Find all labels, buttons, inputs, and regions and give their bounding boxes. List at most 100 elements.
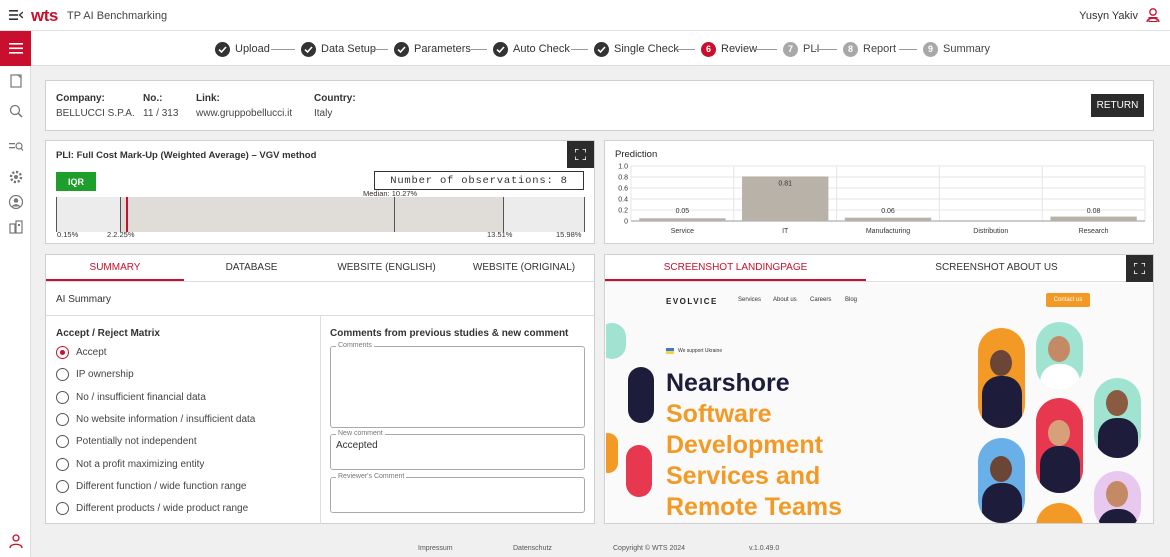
step-connector [471,49,487,50]
company-link[interactable]: www.gruppobellucci.it [196,108,292,119]
user-avatar-icon[interactable] [1145,7,1161,23]
q3-marker [503,197,504,232]
x-tick-label: Manufacturing [866,228,910,235]
number-label: No.: [143,93,163,104]
radio-option[interactable]: Potentially not independent [56,435,197,449]
menu-button[interactable] [0,31,31,66]
prediction-card: Prediction 0 0.2 0.4 0.6 0.8 1.0 0.05 Service 0.… [604,140,1154,244]
number-value: 11 / 313 [143,108,179,119]
team-photo [978,438,1025,523]
tab-summary[interactable]: SUMMARY [46,255,184,281]
radio-circle[interactable] [56,435,69,449]
impressum-link[interactable]: Impressum [418,545,453,552]
decor-shape [606,323,626,359]
q3-label: 13.51% [487,230,513,239]
observations-box: Number of observations: 8 [374,171,584,190]
radio-option[interactable]: No website information / insufficient da… [56,412,255,426]
link-label: Link: [196,93,220,104]
profile-icon[interactable] [8,533,24,549]
radio-option[interactable]: Not a profit maximizing entity [56,457,205,471]
step-single-check[interactable]: Single Check [594,41,679,57]
radio-circle[interactable] [56,412,69,426]
iqr-range-box [120,197,503,232]
radio-option[interactable]: No / insufficient financial data [56,390,206,404]
sidebar [0,31,31,557]
step-review[interactable]: 6 Review [701,41,757,57]
expand-icon [1134,263,1145,274]
team-photo [1036,503,1083,523]
company-label: Company: [56,93,105,104]
radio-option[interactable]: Accept [56,346,107,359]
y-tick-label: 0 [624,219,628,226]
step-upload[interactable]: Upload [215,41,270,57]
radio-circle[interactable] [56,346,69,359]
team-photo [1094,378,1141,458]
radio-circle[interactable] [56,502,69,516]
step-label: Summary [943,43,991,55]
brand-logo[interactable]: wts [31,6,58,26]
radio-circle[interactable] [56,457,69,471]
step-data-setup[interactable]: Data Setup [301,41,376,57]
buildings-icon[interactable] [8,219,24,235]
bar [639,218,726,221]
decor-shape [628,367,654,423]
screenshot-nav-blog: Blog [845,297,858,303]
document-icon[interactable] [8,73,24,89]
return-button[interactable]: RETURN [1091,94,1144,117]
radio-circle[interactable] [56,368,69,382]
radio-label: IP ownership [76,369,134,381]
radio-option[interactable]: IP ownership [56,368,134,382]
step-summary[interactable]: 9 Summary [923,41,990,57]
check-icon [215,41,230,57]
company-card: Company: BELLUCCI S.P.A. No.: 11 / 313 L… [45,80,1154,131]
search-analytics-icon[interactable] [8,103,24,119]
radio-option[interactable]: Different function / wide function range [56,479,246,493]
comments-title: Comments from previous studies & new com… [330,328,569,339]
new-comment-field[interactable]: New comment Accepted [330,430,585,470]
tab-website-english[interactable]: WEBSITE (ENGLISH) [319,255,454,281]
radio-option[interactable]: Different products / wide product range [56,502,248,516]
tab-screenshot-landingpage[interactable]: SCREENSHOT LANDINGPAGE [605,255,866,281]
progress-steps: Upload Data Setup Parameters Auto Check Sing… [31,31,1170,66]
list-search-icon[interactable] [8,139,24,155]
screenshot-headline-3: Development [666,431,823,459]
step-label: Upload [235,43,270,55]
step-parameters[interactable]: Parameters [394,41,471,57]
radio-label: Not a profit maximizing entity [76,458,205,470]
collapse-menu-icon[interactable] [9,9,23,21]
screenshot-nav-about: About us [773,297,797,303]
datenschutz-link[interactable]: Datenschutz [513,545,552,552]
ukraine-flag-icon [666,348,674,354]
comments-field[interactable]: Comments [330,342,585,428]
step-report[interactable]: 8 Report [843,41,896,57]
website-screenshot[interactable]: EVOLVICE Services About us Careers Blog … [606,283,1153,523]
screenshot-contact-button: Contact us [1046,293,1090,307]
account-icon[interactable] [8,194,24,210]
radio-circle[interactable] [56,390,69,404]
expand-pli-button[interactable] [567,141,594,168]
tab-screenshot-about-us[interactable]: SCREENSHOT ABOUT US [866,255,1127,281]
step-number: 7 [783,41,798,57]
step-connector [271,49,295,50]
iqr-badge[interactable]: IQR [56,172,96,191]
left-tabs: SUMMARY DATABASE WEBSITE (ENGLISH) WEBSI… [46,255,594,282]
gear-icon[interactable] [8,169,24,185]
country-value: Italy [314,108,333,119]
check-icon [594,41,609,57]
step-auto-check[interactable]: Auto Check [493,41,570,57]
radio-label: No / insufficient financial data [76,391,206,403]
bar-value-label: 0.08 [1087,208,1101,215]
reviewer-comment-field[interactable]: Reviewer's Comment [330,473,585,513]
expand-screenshot-button[interactable] [1126,255,1153,282]
tab-database[interactable]: DATABASE [184,255,319,281]
tab-website-original[interactable]: WEBSITE (ORIGINAL) [454,255,594,281]
step-label: Review [721,43,758,55]
step-connector [753,49,777,50]
median-marker [394,197,395,232]
radio-circle[interactable] [56,479,69,493]
app-title: TP AI Benchmarking [67,10,168,22]
user-name[interactable]: Yusyn Yakiv [1079,10,1138,22]
top-bar: wts TP AI Benchmarking Yusyn Yakiv [0,0,1170,31]
screenshot-logo: EVOLVICE [666,297,718,306]
radio-label: Potentially not independent [76,436,197,448]
